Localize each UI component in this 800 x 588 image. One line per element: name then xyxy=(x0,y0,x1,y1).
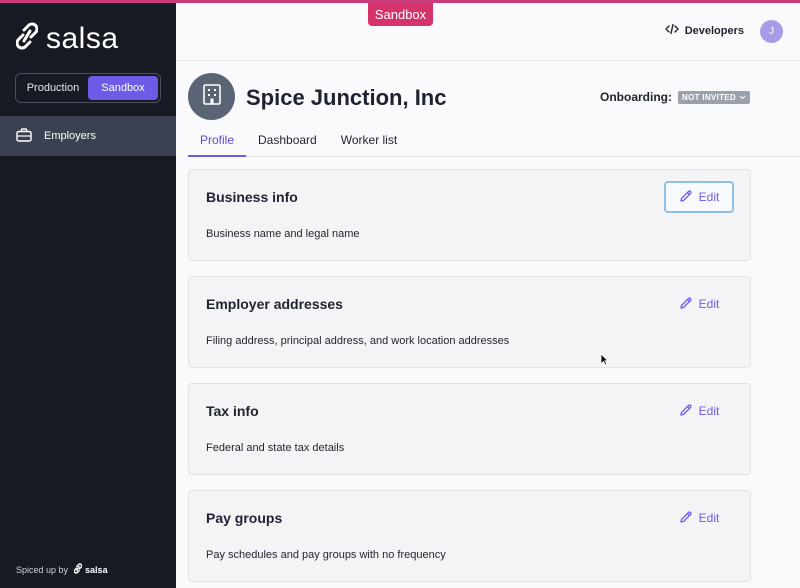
salsa-logo-icon xyxy=(15,21,39,56)
card-description: Federal and state tax details xyxy=(206,442,345,454)
logo[interactable]: salsa xyxy=(15,21,119,56)
tab-profile[interactable]: Profile xyxy=(188,127,247,157)
top-bar: Developers J xyxy=(176,3,800,61)
card-tax-info: Tax info Federal and state tax details E… xyxy=(188,383,751,475)
card-employer-addresses: Employer addresses Filing address, princ… xyxy=(188,276,751,368)
developers-link[interactable]: Developers xyxy=(664,23,744,38)
sidebar-item-employers[interactable]: Employers xyxy=(0,116,176,156)
pencil-icon xyxy=(679,510,693,527)
card-description: Filing address, principal address, and w… xyxy=(206,335,510,347)
edit-employer-addresses-button[interactable]: Edit xyxy=(664,288,734,320)
page-title: Spice Junction, Inc xyxy=(246,85,447,110)
card-title: Tax info xyxy=(206,403,259,419)
onboarding-status: Onboarding: NOT INVITED xyxy=(600,90,750,104)
chevron-down-icon xyxy=(739,93,746,102)
building-icon xyxy=(202,83,222,110)
briefcase-icon xyxy=(16,127,32,145)
edit-label: Edit xyxy=(698,190,720,204)
card-title: Pay groups xyxy=(206,510,283,526)
footer-brand: salsa xyxy=(73,563,108,576)
card-business-info: Business info Business name and legal na… xyxy=(188,169,751,261)
code-icon xyxy=(664,23,679,38)
edit-label: Edit xyxy=(698,297,720,311)
edit-tax-info-button[interactable]: Edit xyxy=(664,395,734,427)
environment-toggle: Production Sandbox xyxy=(15,73,161,103)
developers-label: Developers xyxy=(684,24,744,37)
status-badge-text: NOT INVITED xyxy=(682,92,736,102)
environment-badge: Sandbox xyxy=(368,3,433,26)
card-title: Employer addresses xyxy=(206,296,343,312)
user-avatar[interactable]: J xyxy=(760,20,783,43)
tab-worker-list[interactable]: Worker list xyxy=(329,127,409,157)
profile-tabs: Profile Dashboard Worker list xyxy=(188,127,800,157)
edit-pay-groups-button[interactable]: Edit xyxy=(664,502,734,534)
pencil-icon xyxy=(679,296,693,313)
main-content: Developers J Spice Junction, Inc Onboard… xyxy=(176,3,800,588)
edit-business-info-button[interactable]: Edit xyxy=(664,181,734,213)
footer-brand-text: salsa xyxy=(85,564,108,575)
env-option-sandbox[interactable]: Sandbox xyxy=(88,76,158,100)
salsa-logo-icon xyxy=(73,563,83,576)
onboarding-label: Onboarding: xyxy=(600,90,672,104)
edit-label: Edit xyxy=(698,404,720,418)
company-avatar xyxy=(188,73,235,120)
sidebar-item-label: Employers xyxy=(44,130,96,142)
mouse-cursor-icon xyxy=(600,353,609,371)
card-description: Pay schedules and pay groups with no fre… xyxy=(206,549,446,561)
env-option-production[interactable]: Production xyxy=(18,76,88,100)
pencil-icon xyxy=(679,189,693,206)
card-title: Business info xyxy=(206,189,298,205)
sidebar-footer: Spiced up by salsa xyxy=(16,563,108,576)
edit-label: Edit xyxy=(698,511,720,525)
card-description: Business name and legal name xyxy=(206,228,360,240)
card-pay-groups: Pay groups Pay schedules and pay groups … xyxy=(188,490,751,582)
pencil-icon xyxy=(679,403,693,420)
tab-dashboard[interactable]: Dashboard xyxy=(246,127,329,157)
sidebar: salsa Production Sandbox Employers Spice… xyxy=(0,3,176,588)
footer-text: Spiced up by xyxy=(16,564,69,575)
logo-text: salsa xyxy=(46,21,119,55)
status-badge[interactable]: NOT INVITED xyxy=(678,90,750,104)
